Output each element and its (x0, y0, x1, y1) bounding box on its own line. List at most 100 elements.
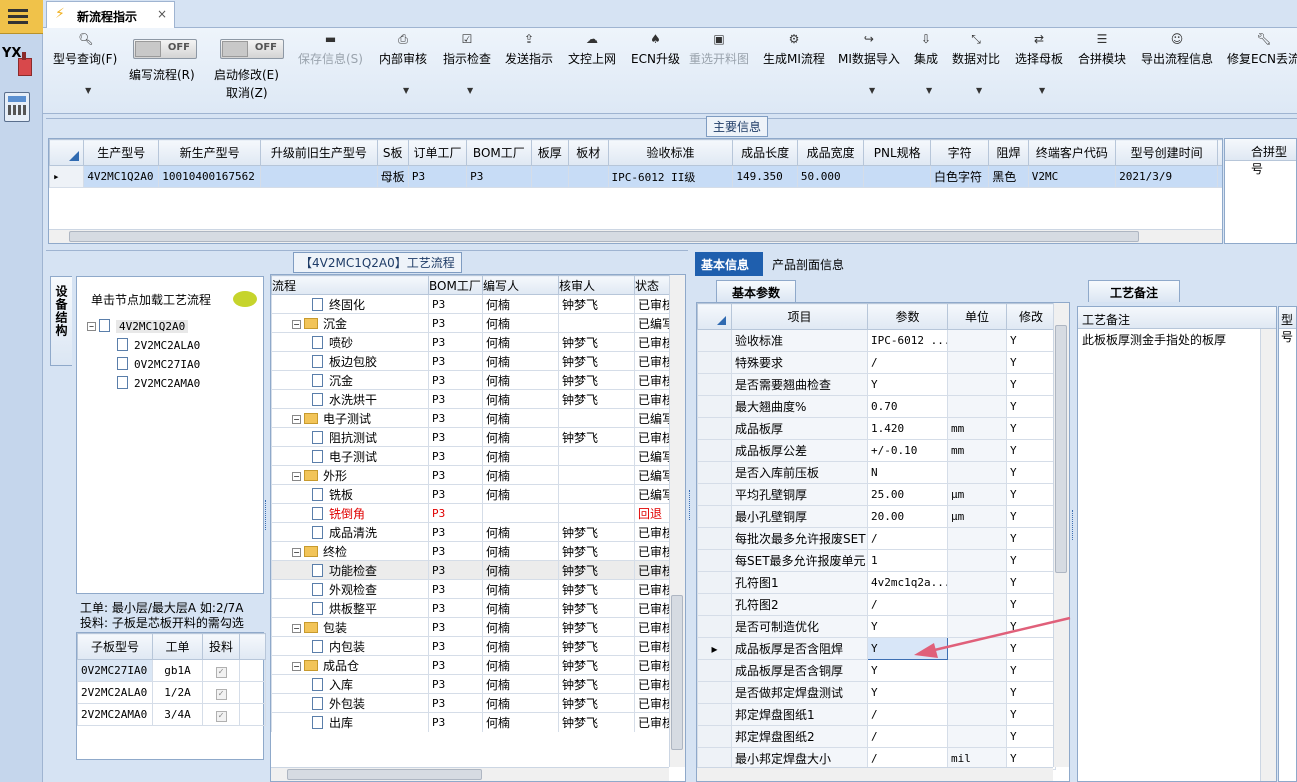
cell[interactable]: 何楠 (482, 522, 559, 542)
cell[interactable]: P3 (428, 446, 483, 466)
flow-step-cell[interactable]: 板边包胶 (271, 351, 429, 371)
cell[interactable]: IPC-6012 II级 (607, 165, 734, 188)
cell[interactable]: 钟梦飞 (558, 389, 635, 409)
param-row[interactable]: 成品板厚 1.420 mm Y (697, 417, 1056, 440)
col-header[interactable]: 验收标准 (607, 139, 734, 166)
internal-review-button[interactable]: ⎙ 内部审核 ▼ (379, 32, 427, 95)
status-cell[interactable]: 已编写 (634, 465, 672, 485)
scroll-thumb[interactable] (69, 231, 1139, 242)
export-button[interactable]: ☺ 导出流程信息 (1141, 32, 1213, 67)
cell[interactable]: 149.350 (732, 165, 798, 188)
cell[interactable]: 2021/3/9 (1115, 165, 1219, 188)
cell[interactable]: P3 (428, 636, 483, 656)
param-modify[interactable]: Y (1006, 351, 1056, 374)
col-header[interactable]: 单位 (947, 303, 1007, 330)
status-cell[interactable]: 已审核 (634, 598, 672, 618)
status-cell[interactable]: 已审核 (634, 370, 672, 390)
calculator-icon[interactable] (4, 92, 30, 122)
cell[interactable]: 钟梦飞 (558, 560, 635, 580)
tab-new-flow[interactable]: ⚡ 新流程指示 × (46, 1, 175, 29)
flow-step-cell[interactable]: − 外形 (271, 465, 429, 485)
cell[interactable]: P3 (407, 165, 468, 188)
status-cell[interactable]: 已审核 (634, 579, 672, 599)
flow-step-cell[interactable]: 铣倒角 (271, 503, 429, 523)
flow-step-cell[interactable]: − 沉金 (271, 313, 429, 333)
cell[interactable]: 何楠 (482, 370, 559, 390)
main-info-hscroll[interactable] (49, 229, 1222, 243)
col-header[interactable]: S板 (376, 139, 409, 166)
param-row[interactable]: 孔符图1 4v2mc1q2a... Y (697, 571, 1056, 594)
cell[interactable]: P3 (428, 351, 483, 371)
param-value[interactable]: / (867, 725, 948, 748)
flow-row[interactable]: 外观检查 P3 何楠 钟梦飞 已审核 (271, 579, 672, 599)
cell[interactable]: P3 (428, 674, 483, 694)
cell[interactable] (558, 408, 635, 428)
param-value[interactable]: 1.420 (867, 417, 948, 440)
close-icon[interactable]: × (157, 7, 167, 21)
cell[interactable]: 何楠 (482, 598, 559, 618)
param-modify[interactable]: Y (1006, 439, 1056, 462)
cell[interactable]: 0V2MC27IA0 (77, 659, 153, 682)
param-modify[interactable]: Y (1006, 527, 1056, 550)
param-row[interactable]: 是否需要翘曲检查 Y Y (697, 373, 1056, 396)
param-modify[interactable]: Y (1006, 681, 1056, 704)
tab-device-structure[interactable]: 设备结构 (50, 276, 72, 366)
flow-row[interactable]: 电子测试 P3 何楠 已编写 (271, 446, 672, 466)
cell[interactable] (558, 446, 635, 466)
col-header[interactable]: 工单 (152, 633, 203, 660)
param-row[interactable]: 每批次最多允许报废SET / Y (697, 527, 1056, 550)
flow-step-cell[interactable]: 外观检查 (271, 579, 429, 599)
feed-checkbox[interactable]: ✓ (202, 681, 240, 704)
sub-board-row[interactable]: 0V2MC27IA0 gb1A ✓ (77, 659, 266, 682)
flow-row[interactable]: 板边包胶 P3 何楠 钟梦飞 已审核 (271, 351, 672, 371)
scroll-thumb[interactable] (1055, 325, 1067, 573)
cell[interactable]: 何楠 (482, 389, 559, 409)
remark-vscroll[interactable] (1260, 329, 1276, 781)
cell[interactable]: P3 (428, 712, 483, 732)
cell[interactable]: 何楠 (482, 674, 559, 694)
flow-row[interactable]: 功能检查 P3 何楠 钟梦飞 已审核 (271, 560, 672, 580)
cell[interactable]: 1/2A (152, 681, 203, 704)
cancel-button[interactable]: 取消(Z) (226, 84, 268, 101)
tab-basic-info[interactable]: 基本信息 (695, 252, 763, 276)
flow-row[interactable]: 水洗烘干 P3 何楠 钟梦飞 已审核 (271, 389, 672, 409)
flow-step-cell[interactable]: 功能检查 (271, 560, 429, 580)
flow-step-cell[interactable]: 喷砂 (271, 332, 429, 352)
flow-row[interactable]: 成品清洗 P3 何楠 钟梦飞 已审核 (271, 522, 672, 542)
cell[interactable]: P3 (428, 408, 483, 428)
cell[interactable]: 2V2MC2ALA0 (77, 681, 153, 704)
cell[interactable]: 黑色 (988, 165, 1029, 188)
reselect-button[interactable]: ▣ 重选开料图 (689, 32, 749, 67)
integrate-button[interactable]: ⇩ 集成 ▼ (914, 32, 938, 95)
cell[interactable]: 钟梦飞 (558, 636, 635, 656)
status-cell[interactable]: 已审核 (634, 427, 672, 447)
cell[interactable]: P3 (428, 617, 483, 637)
flow-row[interactable]: 外包装 P3 何楠 钟梦飞 已审核 (271, 693, 672, 713)
cell[interactable] (558, 503, 635, 523)
cell[interactable]: P3 (428, 484, 483, 504)
param-modify[interactable]: Y (1006, 417, 1056, 440)
cell[interactable]: 10010400167562 (158, 165, 262, 188)
menu-button[interactable] (0, 0, 43, 34)
col-header[interactable]: 终端客户代码 (1027, 139, 1117, 166)
flow-step-cell[interactable]: 阻抗测试 (271, 427, 429, 447)
flow-row[interactable]: − 包装 P3 何楠 钟梦飞 已审核 (271, 617, 672, 637)
col-header[interactable]: 新生产型号 (158, 139, 262, 166)
compare-button[interactable]: ⤡ 数据对比 ▼ (952, 32, 1000, 95)
col-header[interactable]: 投料 (202, 633, 240, 660)
cell[interactable]: 何楠 (482, 294, 559, 314)
param-row[interactable]: 是否入库前压板 N Y (697, 461, 1056, 484)
collapse-icon[interactable]: − (292, 319, 301, 329)
upload-button[interactable]: ☁ 文控上网 (568, 32, 616, 67)
param-row[interactable]: 最小孔壁铜厚 20.00 μm Y (697, 505, 1056, 528)
status-cell[interactable]: 已编写 (634, 313, 672, 333)
param-modify[interactable]: Y (1006, 549, 1056, 572)
tree-child[interactable]: 0V2MC27IA0 (87, 355, 263, 374)
cell[interactable]: 何楠 (482, 560, 559, 580)
flow-vscroll[interactable] (669, 275, 685, 767)
cell[interactable]: P3 (428, 294, 483, 314)
cell[interactable]: 白色字符 (929, 165, 990, 188)
query-button[interactable]: 🔍︎ 型号查询(F) ▼ (53, 32, 117, 95)
flow-step-cell[interactable]: − 包装 (271, 617, 429, 637)
start-edit-toggle[interactable]: OFF (220, 39, 284, 59)
